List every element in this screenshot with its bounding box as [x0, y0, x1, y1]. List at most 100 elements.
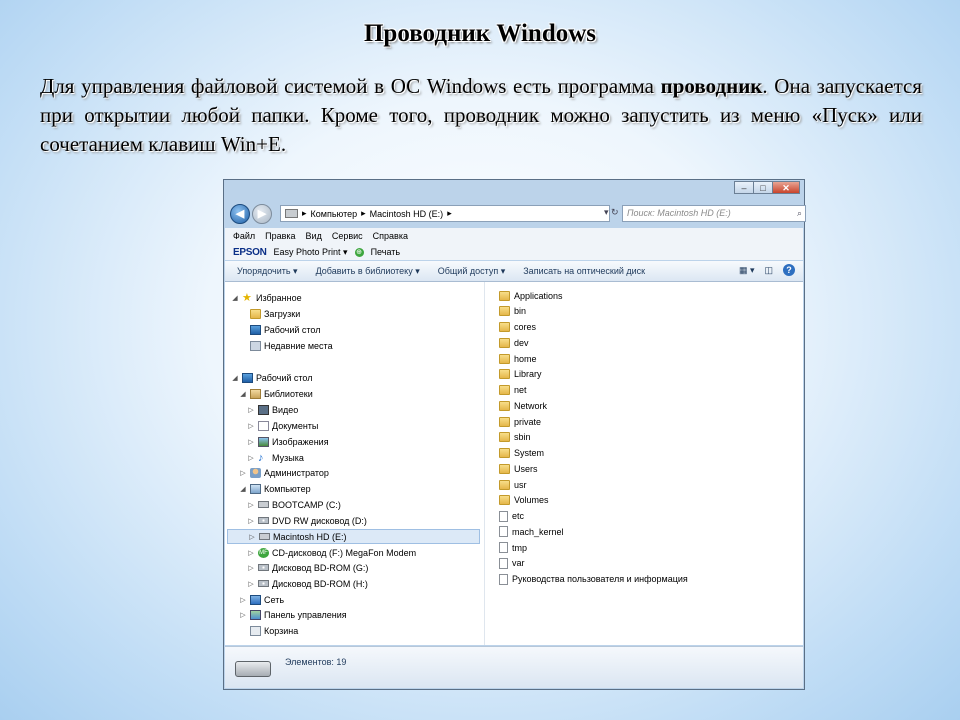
file-icon — [499, 557, 508, 569]
print-button[interactable]: Печать — [371, 247, 400, 257]
easy-photo-print-button[interactable]: Easy Photo Print ▾ — [274, 247, 348, 258]
file-icon — [499, 542, 508, 553]
file-list-item[interactable]: cores — [499, 320, 536, 335]
libraries-icon — [250, 388, 261, 399]
expand-arrow-icon[interactable]: ▷ — [247, 501, 255, 509]
expand-arrow-icon[interactable]: ▷ — [239, 596, 247, 604]
nav-item-label: Избранное — [256, 292, 302, 303]
file-list-item[interactable]: etc — [499, 509, 524, 524]
file-list-item[interactable]: System — [499, 446, 544, 461]
expand-arrow-icon[interactable]: ▷ — [247, 454, 255, 462]
file-list-item[interactable]: Library — [499, 367, 542, 382]
nav-item[interactable]: ▷ MF CD-дисковод (F:) MegaFon Modem — [247, 545, 416, 560]
search-icon[interactable]: ⌕ — [797, 206, 802, 221]
menu-file[interactable]: Файл — [233, 231, 255, 241]
nav-item-label: Macintosh HD (E:) — [273, 531, 347, 542]
breadcrumb-computer[interactable]: Компьютер — [311, 209, 358, 219]
nav-item[interactable]: Загрузки — [239, 306, 300, 321]
folder-icon — [499, 385, 510, 395]
nav-item[interactable]: ◢ ★ Избранное — [231, 290, 302, 305]
nav-item-label: Видео — [272, 404, 299, 415]
breadcrumb-drive[interactable]: Macintosh HD (E:) — [370, 209, 444, 219]
nav-item[interactable]: ◢ Компьютер — [239, 481, 311, 496]
expand-arrow-icon[interactable]: ▷ — [247, 564, 255, 572]
folder-icon — [499, 369, 510, 380]
file-list-item[interactable]: tmp — [499, 540, 527, 555]
nav-item[interactable]: ▷ Администратор — [239, 465, 329, 480]
file-name: mach_kernel — [512, 526, 564, 537]
back-button[interactable]: ◀ — [230, 204, 250, 224]
expand-arrow-icon[interactable]: ◢ — [239, 485, 247, 493]
nav-item[interactable]: ▷ Macintosh HD (E:) — [227, 529, 480, 544]
slide-title: Проводник Windows — [363, 20, 597, 47]
burn-disc-button[interactable]: Записать на оптический диск — [523, 266, 645, 276]
nav-item[interactable]: ▷ Изображения — [247, 434, 329, 449]
nav-item[interactable]: ▷ Панель управления — [239, 607, 347, 622]
dvd-drive-icon — [258, 580, 269, 587]
file-name: Volumes — [514, 495, 549, 506]
nav-item[interactable]: Рабочий стол — [239, 322, 321, 337]
nav-item[interactable]: ▷ Дисковод BD-ROM (G:) — [247, 560, 368, 575]
expand-arrow-icon[interactable]: ◢ — [231, 294, 239, 302]
nav-item[interactable]: ▷ Документы — [247, 418, 318, 433]
file-list-item[interactable]: home — [499, 351, 537, 366]
nav-item-label: Рабочий стол — [264, 324, 321, 335]
expand-arrow-icon[interactable]: ◢ — [239, 390, 247, 398]
nav-item[interactable]: ▷ Видео — [247, 402, 298, 417]
file-list-item[interactable]: bin — [499, 304, 526, 319]
file-list-item[interactable]: dev — [499, 335, 529, 350]
nav-item[interactable]: ◢ Рабочий стол — [231, 370, 313, 385]
file-list-item[interactable]: Руководства пользователя и информация — [499, 572, 688, 587]
maximize-button[interactable]: □ — [753, 181, 773, 194]
expand-arrow-icon[interactable]: ▷ — [239, 611, 247, 619]
network-icon — [250, 594, 261, 605]
nav-item[interactable]: ▷ BOOTCAMP (C:) — [247, 497, 341, 512]
address-bar[interactable]: ▸ Компьютер ▸ Macintosh HD (E:) ▸ — [280, 205, 610, 222]
expand-arrow-icon[interactable]: ▷ — [248, 533, 256, 541]
file-list-item[interactable]: Volumes — [499, 493, 549, 508]
views-button[interactable]: ▦ ▾ — [739, 265, 755, 276]
nav-item[interactable]: Недавние места — [239, 338, 333, 353]
add-to-library-button[interactable]: Добавить в библиотеку ▾ — [316, 266, 420, 277]
expand-arrow-icon[interactable]: ▷ — [247, 580, 255, 588]
preview-pane-button[interactable]: ◫ — [764, 265, 773, 276]
organize-button[interactable]: Упорядочить ▾ — [237, 266, 298, 277]
file-list-item[interactable]: private — [499, 414, 541, 429]
expand-arrow-icon[interactable]: ▷ — [247, 422, 255, 430]
close-button[interactable]: ✕ — [772, 181, 800, 194]
file-list-item[interactable]: Applications — [499, 288, 563, 303]
nav-item[interactable]: ▷ Дисковод BD-ROM (H:) — [247, 576, 368, 591]
help-icon[interactable]: ? — [783, 264, 795, 276]
menu-view[interactable]: Вид — [306, 231, 322, 241]
nav-item[interactable]: ▷ DVD RW дисковод (D:) — [247, 513, 367, 528]
nav-item-label: Сеть — [264, 594, 285, 605]
expand-arrow-icon[interactable]: ▷ — [247, 549, 255, 557]
forward-button[interactable]: ▶ — [252, 204, 272, 224]
file-list-item[interactable]: var — [499, 556, 525, 571]
slide-paragraph: Для управления файловой системой в ОС Wi… — [40, 72, 922, 159]
file-list-item[interactable]: sbin — [499, 430, 531, 445]
nav-item-label: Компьютер — [264, 483, 311, 494]
file-list-item[interactable]: Network — [499, 398, 547, 413]
menu-edit[interactable]: Правка — [265, 231, 295, 241]
file-list-item[interactable]: usr — [499, 477, 527, 492]
nav-item[interactable]: ▷ ♪ Музыка — [247, 450, 304, 465]
menu-help[interactable]: Справка — [373, 231, 408, 241]
expand-arrow-icon[interactable]: ▷ — [239, 469, 247, 477]
nav-item[interactable]: Корзина — [239, 623, 298, 638]
file-list-item[interactable]: net — [499, 383, 527, 398]
expand-arrow-icon[interactable]: ▷ — [247, 517, 255, 525]
expand-arrow-icon[interactable]: ▷ — [247, 438, 255, 446]
expand-arrow-icon[interactable]: ◢ — [231, 374, 239, 382]
search-input[interactable]: Поиск: Macintosh HD (E:) ⌕ — [622, 205, 806, 222]
expand-arrow-icon[interactable]: ▷ — [247, 406, 255, 414]
minimize-button[interactable]: – — [734, 181, 754, 194]
nav-item[interactable]: ▷ Сеть — [239, 592, 284, 607]
file-list-item[interactable]: mach_kernel — [499, 524, 564, 539]
details-pane: Элементов: 19 — [225, 646, 803, 688]
nav-item[interactable]: ◢ Библиотеки — [239, 386, 313, 401]
share-button[interactable]: Общий доступ ▾ — [438, 266, 506, 277]
menu-tools[interactable]: Сервис — [332, 231, 363, 241]
refresh-button[interactable]: ▾ ↻ — [604, 207, 619, 218]
file-list-item[interactable]: Users — [499, 461, 538, 476]
